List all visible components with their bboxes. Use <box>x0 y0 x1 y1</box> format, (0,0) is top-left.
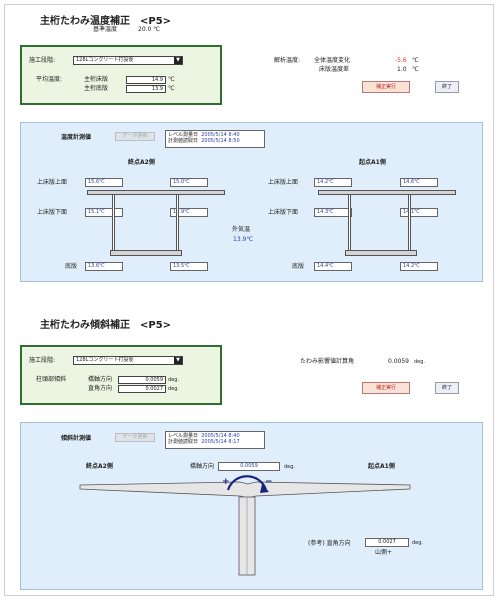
tilt-date-box: レベル測量日 2005/5/14 8:40 計測値読取日 2005/5/14 8… <box>165 431 265 449</box>
angle-value: 0.0059 <box>388 358 409 365</box>
tilt-apply-button[interactable]: 補正実行 <box>362 382 410 394</box>
col-tilt-label: 柱頭部傾斜 <box>36 376 67 383</box>
temp-settings-box <box>20 45 222 105</box>
unit-c: ℃ <box>412 66 419 73</box>
analysis-temp-label: 解析温度: <box>274 57 301 64</box>
slab-diff-label: 床版温度差 <box>319 66 350 73</box>
stage-label: 施工段階: <box>29 57 56 64</box>
upper-bottom-label: 上床版下面 <box>37 209 68 216</box>
right-upper-top-a: 14.2℃ <box>314 178 352 187</box>
temp-apply-button[interactable]: 補正実行 <box>362 81 410 93</box>
temp-section-title: 主桁たわみ温度補正 <P5> <box>40 16 172 27</box>
right-bottom-slab <box>345 250 417 256</box>
tilt-close-button[interactable]: 終了 <box>435 382 459 394</box>
ref-perp-value: 0.0027 <box>365 538 409 547</box>
temp-close-button[interactable]: 終了 <box>435 81 459 93</box>
bottom-label: 底版 <box>65 263 78 270</box>
left-bottom-a: 13.6℃ <box>85 262 123 271</box>
upper-slab-temp-field[interactable]: 14.9 <box>126 76 166 84</box>
bottom-label: 底版 <box>292 263 305 270</box>
right-upper-bottom-a: 14.3℃ <box>314 208 352 217</box>
stage-select-value: 128Lコンクリート打設後 <box>76 357 134 363</box>
axis-dir-field[interactable]: 0.0059 <box>118 376 166 384</box>
chevron-down-icon: ▼ <box>174 57 182 64</box>
stage-label: 施工段階: <box>29 357 56 364</box>
slab-diff-value: 1.0 <box>397 66 407 73</box>
temp-panel-title: 温度計測値 <box>61 134 92 141</box>
unit-deg: deg. <box>168 386 180 392</box>
left-bottom-slab <box>110 250 182 256</box>
angle-label: たわみ影響値計算角 <box>300 358 355 365</box>
temp-date-box: レベル測量日 2005/5/14 8:40 計測値読取日 2005/5/14 8… <box>165 130 265 148</box>
ref-note: 山側+ <box>375 549 393 556</box>
avg-temp-label: 平均温度: <box>36 76 63 83</box>
right-web-a <box>348 195 351 251</box>
lower-slab-temp-field[interactable]: 13.9 <box>126 85 166 93</box>
unit-deg: deg. <box>168 377 180 383</box>
base-temp-value: 20.0 ℃ <box>138 26 161 33</box>
right-web-b <box>408 195 411 251</box>
tilt-stage-select[interactable]: 128Lコンクリート打設後 ▼ <box>73 356 183 365</box>
right-bottom-a: 14.4℃ <box>314 262 352 271</box>
left-upper-top-a: 15.6℃ <box>85 178 123 187</box>
lower-slab-label: 主桁底版 <box>84 85 109 92</box>
temp-right-title: 起点A1側 <box>359 159 386 166</box>
temp-left-title: 終点A2側 <box>128 159 155 166</box>
ref-perp-label: (参考) 直角方向 <box>308 540 351 547</box>
base-temp-label: 基準温度 <box>93 26 118 33</box>
outside-temp-value: 13.9℃ <box>233 236 254 243</box>
upper-top-label: 上床版上面 <box>37 179 68 186</box>
upper-bottom-label: 上床版下面 <box>268 209 299 216</box>
measure-date-value: 2005/5/14 8:17 <box>201 439 240 445</box>
measure-date-label: 計測値読取日 <box>168 439 199 445</box>
stage-select-value: 128Lコンクリート打設後 <box>76 57 134 63</box>
right-upper-bottom-b: 14.1℃ <box>400 208 438 217</box>
angle-unit: deg. <box>414 359 426 365</box>
temp-data-update-button[interactable]: データ更新 <box>115 132 155 141</box>
right-upper-top-b: 14.6℃ <box>400 178 438 187</box>
total-change-label: 全体温度変化 <box>314 57 351 64</box>
left-web-a <box>112 195 115 251</box>
left-bottom-b: 13.5℃ <box>170 262 208 271</box>
left-upper-slab <box>87 190 225 195</box>
perp-dir-label: 直角方向 <box>88 385 113 392</box>
unit-deg: deg. <box>412 540 424 546</box>
upper-top-label: 上床版上面 <box>268 179 299 186</box>
left-upper-bottom-a: 15.1℃ <box>85 208 123 217</box>
tilt-panel-title: 傾斜計測値 <box>61 435 92 442</box>
measure-date-label: 計測値読取日 <box>168 138 199 144</box>
perp-dir-field[interactable]: 0.0027 <box>118 385 166 393</box>
girder-shape <box>79 481 411 499</box>
measure-date-value: 2005/5/14 8:50 <box>201 138 240 144</box>
minus-sign: − <box>265 477 273 487</box>
tilt-section-title: 主桁たわみ傾斜補正 <P5> <box>40 320 172 331</box>
outside-temp-label: 外気温 <box>232 226 251 233</box>
pier-diagram <box>79 475 411 576</box>
chevron-down-icon: ▼ <box>174 357 182 364</box>
left-upper-top-b: 15.0℃ <box>170 178 208 187</box>
stage-select[interactable]: 128Lコンクリート打設後 ▼ <box>73 56 183 65</box>
plus-sign: + <box>222 477 230 487</box>
upper-slab-label: 主桁床版 <box>84 76 109 83</box>
unit-c: ℃ <box>412 57 419 64</box>
right-upper-slab <box>318 190 456 195</box>
tilt-data-update-button[interactable]: データ更新 <box>115 433 155 442</box>
axis-dir-label: 橋軸方向 <box>88 376 113 383</box>
tilt-settings-box <box>20 345 222 405</box>
left-web-b <box>176 195 179 251</box>
unit-c: ℃ <box>168 76 175 83</box>
right-bottom-b: 14.2℃ <box>400 262 438 271</box>
unit-c: ℃ <box>168 85 175 92</box>
total-change-value: -5.6 <box>395 57 407 64</box>
